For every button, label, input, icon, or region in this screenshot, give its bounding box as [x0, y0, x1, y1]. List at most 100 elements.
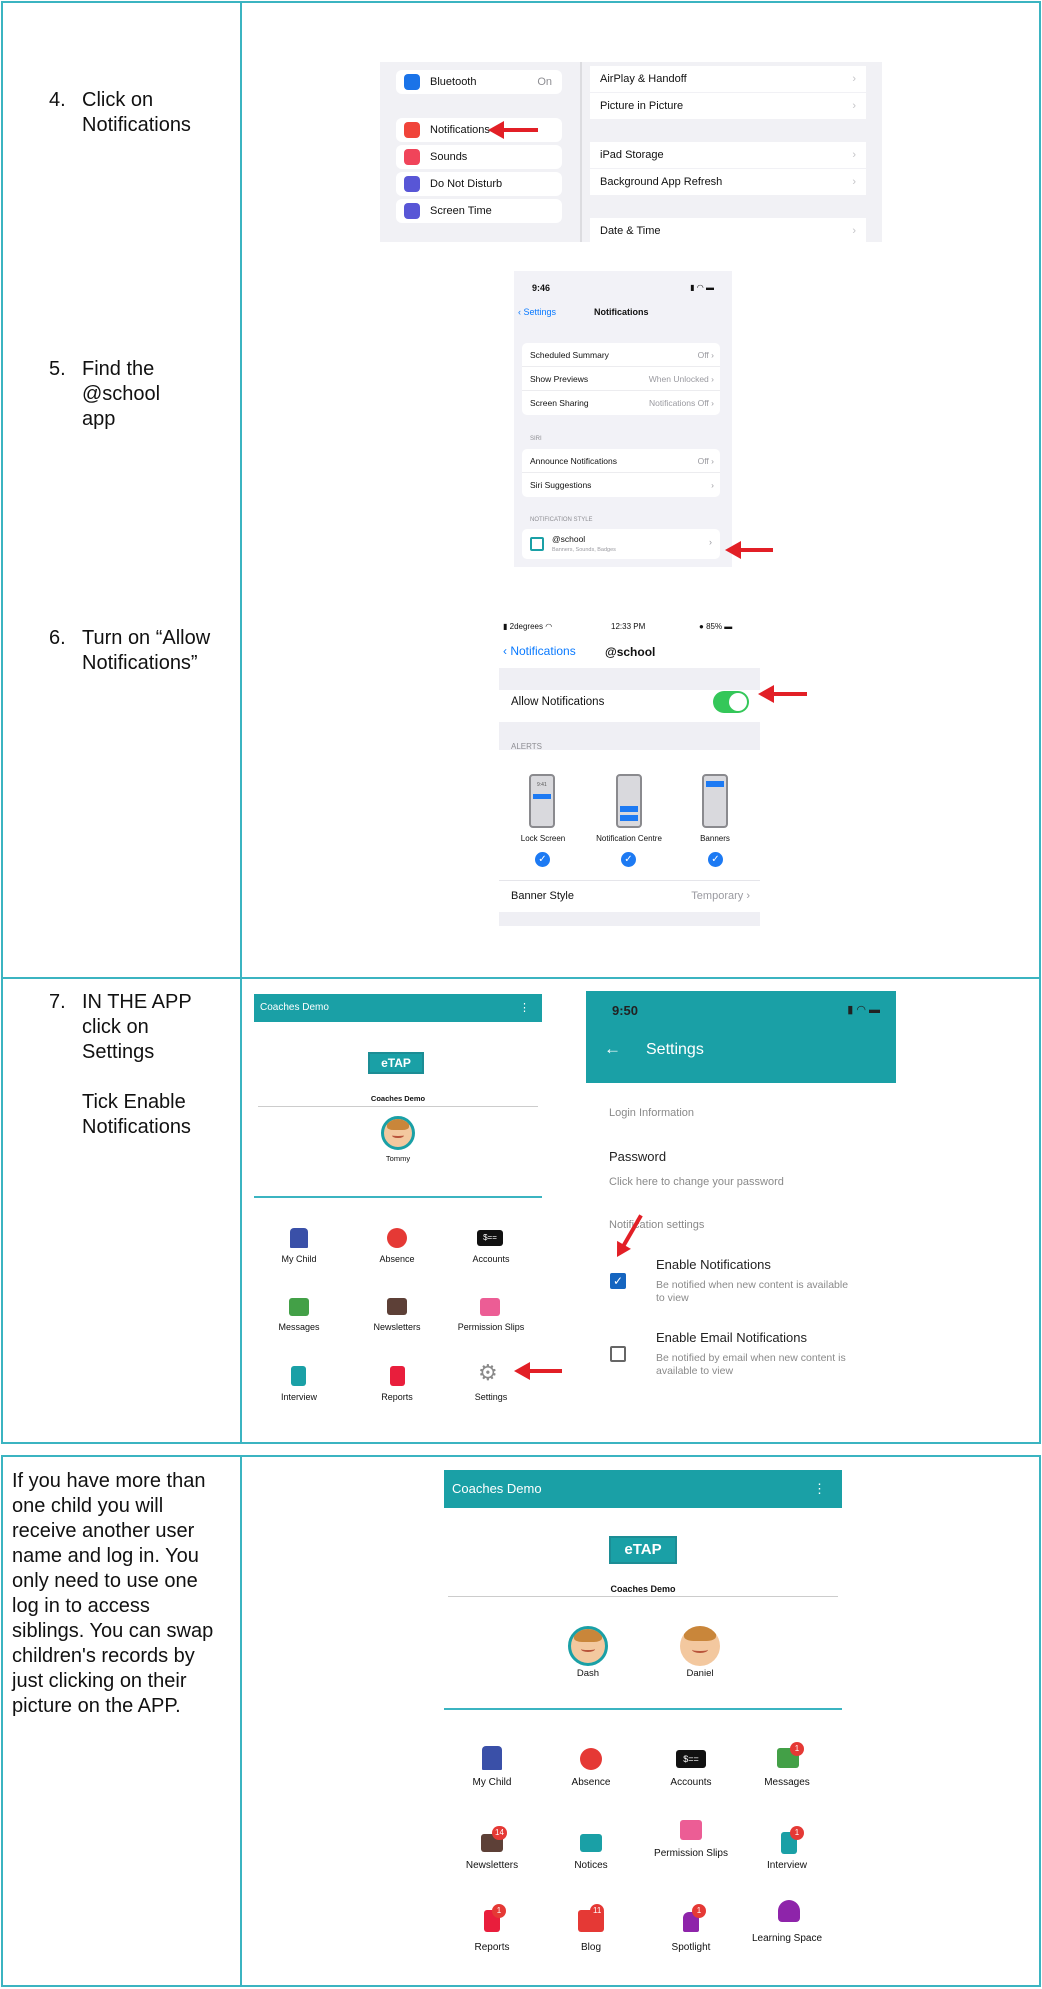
notification-badge: 1 — [492, 1904, 506, 1918]
more-menu-icon[interactable]: ⋮ — [813, 1481, 826, 1497]
settings-row[interactable]: Announce Notifications Off › — [522, 449, 720, 473]
settings-row-ipad-storage[interactable]: iPad Storage › — [590, 142, 866, 168]
tile-label: Newsletters — [465, 1860, 519, 1871]
step-text-line: Notifications” — [82, 652, 198, 674]
step-text-line: click on — [82, 1016, 149, 1038]
notification-banner — [533, 794, 551, 799]
app-row-school[interactable]: @school Banners, Sounds, Badges › — [522, 529, 720, 559]
step-text-line: Settings — [82, 1041, 155, 1063]
settings-row-sounds[interactable]: Sounds — [396, 145, 562, 169]
moon-icon — [404, 176, 420, 192]
settings-row-bluetooth[interactable]: Bluetooth On — [396, 70, 562, 94]
back-arrow-icon[interactable]: ← — [604, 1039, 621, 1059]
divider — [448, 1596, 838, 1597]
school-name: Coaches Demo — [610, 1584, 676, 1594]
notification-badge: 1 — [790, 1826, 804, 1840]
child-avatar[interactable] — [381, 1116, 415, 1150]
settings-row-background-refresh[interactable]: Background App Refresh › — [590, 169, 866, 195]
notification-banner — [620, 815, 638, 821]
newspaper-icon — [387, 1298, 407, 1315]
page-title: @school — [605, 645, 656, 659]
row-value: Off › — [697, 455, 714, 466]
settings-row-screen-time[interactable]: Screen Time — [396, 199, 562, 223]
step-number: 5. — [49, 358, 66, 380]
status-icons: ▮ ◠ ▬ — [847, 1004, 880, 1016]
row-label: Bluetooth — [430, 76, 477, 88]
divider — [254, 1196, 542, 1198]
app-home-screenshot: Coaches Demo ⋮ eTAP Coaches Demo Tommy M… — [254, 994, 542, 1410]
notification-badge: 14 — [492, 1826, 507, 1840]
app-subtitle: Banners, Sounds, Badges — [552, 547, 616, 553]
row-label: Enable Notifications — [656, 1257, 771, 1272]
settings-row-pip[interactable]: Picture in Picture › — [590, 93, 866, 119]
step-text-line: IN THE APP — [82, 991, 192, 1013]
row-label: Do Not Disturb — [430, 178, 503, 190]
settings-row[interactable]: Screen Sharing Notifications Off › — [522, 391, 720, 415]
more-menu-icon[interactable]: ⋮ — [519, 1001, 530, 1014]
step-text-line: Notifications — [82, 114, 191, 136]
settings-row[interactable]: Show Previews When Unlocked › — [522, 367, 720, 391]
chat-icon — [289, 1298, 309, 1316]
settings-row-date-time[interactable]: Date & Time › — [590, 218, 866, 242]
lock-screen-preview: 9:41 — [529, 774, 555, 828]
tile-label: Notices — [574, 1860, 608, 1871]
settings-row[interactable]: Siri Suggestions › — [522, 473, 720, 497]
step-number: 7. — [49, 991, 66, 1013]
tile-label: Newsletters — [373, 1322, 421, 1332]
notification-banner — [706, 781, 724, 787]
cash-icon: $== — [676, 1750, 706, 1768]
settings-row-airplay[interactable]: AirPlay & Handoff › — [590, 66, 866, 92]
tile-label: My Child — [281, 1254, 317, 1264]
app-bar: 9:50 ▮ ◠ ▬ ← Settings — [586, 991, 896, 1083]
notification-centre-preview — [616, 774, 642, 828]
enable-email-checkbox[interactable] — [610, 1346, 626, 1362]
paragraph-line: receive another user — [12, 1520, 195, 1542]
divider — [258, 1106, 538, 1107]
school-logo: eTAP — [368, 1052, 424, 1074]
section-caption: Notification settings — [609, 1219, 705, 1231]
paragraph-line: name and log in. You — [12, 1545, 199, 1567]
app-bar: Coaches Demo ⋮ — [444, 1470, 842, 1508]
paragraph-line: just clicking on their — [12, 1670, 187, 1692]
app-bar-title: Coaches Demo — [452, 1481, 542, 1496]
sounds-icon — [404, 149, 420, 165]
page-title: Settings — [646, 1041, 704, 1058]
gear-icon: ⚙ — [478, 1360, 498, 1385]
iphone-notifications-screenshot: 9:46 ▮ ◠ ▬ ‹ Settings Notifications Sche… — [514, 271, 732, 567]
chevron-right-icon: › — [852, 73, 856, 85]
row-label: Date & Time — [600, 225, 661, 237]
section-caption: ALERTS — [511, 742, 542, 751]
row-label: Password — [609, 1149, 667, 1164]
child-avatar[interactable] — [568, 1626, 608, 1666]
back-button[interactable]: ‹ Notifications — [503, 644, 576, 658]
person-icon — [290, 1228, 308, 1248]
child-avatar[interactable] — [680, 1626, 720, 1666]
tile-label: My Child — [472, 1777, 512, 1788]
tile-label: Accounts — [472, 1254, 510, 1264]
tile-label: Interview — [766, 1860, 807, 1871]
app-home-siblings-screenshot: Coaches Demo ⋮ eTAP Coaches Demo Dash Da… — [444, 1470, 842, 1975]
row-label: Picture in Picture — [600, 100, 684, 112]
school-name: Coaches Demo — [370, 1094, 426, 1103]
paragraph-line: only need to use one — [12, 1570, 198, 1592]
back-button[interactable]: ‹ Settings — [518, 307, 556, 317]
row-label: Enable Email Notifications — [656, 1330, 808, 1345]
row-label: Siri Suggestions — [530, 480, 592, 490]
section-caption: SIRI — [530, 436, 542, 442]
checkmark-icon[interactable]: ✓ — [535, 852, 550, 867]
enable-notifications-checkbox[interactable]: ✓ — [610, 1273, 626, 1289]
allow-notifications-toggle[interactable] — [713, 691, 749, 713]
checkmark-icon[interactable]: ✓ — [621, 852, 636, 867]
tile-label: Messages — [764, 1777, 810, 1788]
notices-icon — [580, 1834, 602, 1852]
status-carrier: ▮ 2degrees ◠ — [503, 622, 553, 631]
checkmark-icon[interactable]: ✓ — [708, 852, 723, 867]
settings-row-do-not-disturb[interactable]: Do Not Disturb — [396, 172, 562, 196]
tile-label: Blog — [580, 1942, 601, 1953]
settings-row[interactable]: Scheduled Summary Off › — [522, 343, 720, 367]
alert-type-label: Notification Centre — [596, 834, 662, 843]
chevron-right-icon: › — [852, 100, 856, 112]
row-label: Screen Sharing — [530, 398, 589, 408]
step-text-line: Click on — [82, 89, 154, 111]
banner-style-row[interactable]: Banner Style Temporary › — [499, 880, 760, 910]
